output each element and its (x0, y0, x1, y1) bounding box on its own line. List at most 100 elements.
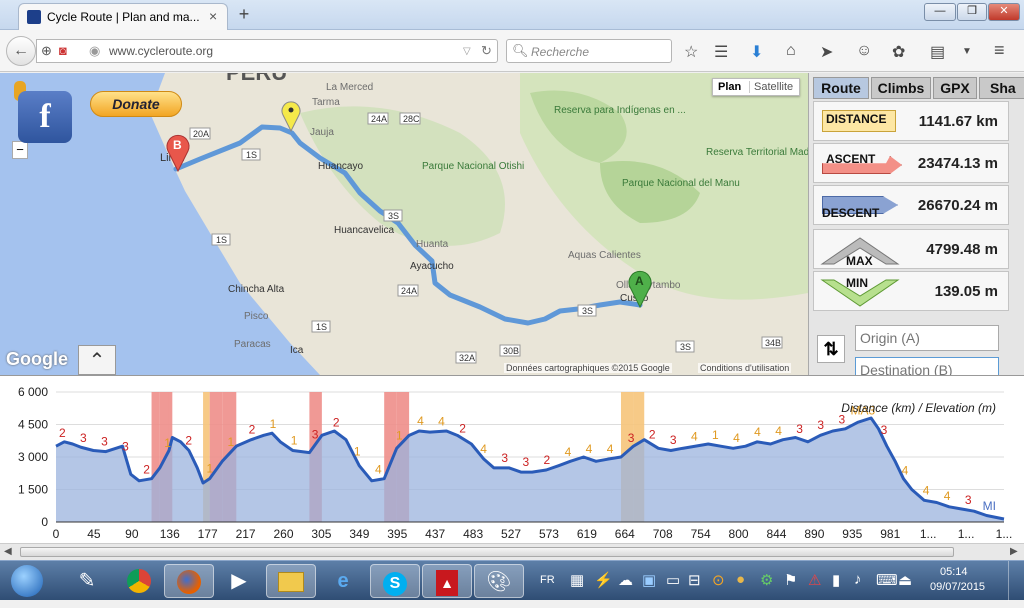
x-tick-label: 527 (501, 527, 521, 541)
cloud-icon[interactable]: ☁ (618, 571, 633, 589)
action-center-flag-icon[interactable]: ⚑ (784, 571, 797, 589)
download-icon[interactable]: ⬇ (750, 42, 763, 62)
zoom-out-button[interactable]: − (12, 141, 28, 159)
skype-icon[interactable]: S (370, 564, 420, 598)
map-label: Pisco (244, 311, 269, 322)
elevation-chart-svg[interactable]: 0 1 500 3 000 4 500 6 000 0 45 90 136 177 217 260 30… (0, 376, 1024, 544)
reading-list-icon[interactable]: ☰ (714, 42, 728, 62)
notification-badge-icon[interactable]: ● (736, 571, 745, 588)
language-indicator[interactable]: FR (540, 574, 555, 586)
keyboard-icon[interactable]: ⌨ (876, 571, 898, 589)
scroll-left-icon[interactable]: ◀ (4, 546, 12, 557)
map-label: Reserva para Indígenas en ... (554, 105, 686, 116)
pdf-icon[interactable]: ▲ (422, 564, 472, 598)
climb-category-label: 1 (228, 435, 235, 449)
minimize-button[interactable]: — (924, 3, 956, 21)
clock-time[interactable]: 05:14 (940, 566, 968, 578)
usb-icon[interactable]: ⊟ (688, 571, 701, 589)
update-icon[interactable]: ⊙ (712, 571, 725, 589)
tab-gpx[interactable]: GPX (933, 77, 977, 99)
map-label: Tarma (312, 97, 340, 108)
road-label: 24A (371, 114, 387, 124)
extension-icon[interactable]: ✿ (892, 42, 905, 62)
climb-category-label: 3 (670, 433, 677, 447)
min-stat: MIN 139.05 m (813, 271, 1009, 311)
tab-close-button[interactable]: × (209, 8, 217, 24)
x-tick-label: 136 (160, 527, 180, 541)
hamburger-menu-icon[interactable]: ≡ (994, 40, 1005, 61)
dropdown-icon[interactable]: ▽ (463, 46, 471, 57)
location-icon[interactable]: ⊕ (41, 43, 52, 59)
monitor-icon[interactable]: ▭ (666, 571, 680, 589)
swap-route-button[interactable]: ⇅ (817, 335, 845, 363)
ie-icon[interactable]: e (318, 564, 368, 598)
tray-app-icon[interactable]: ⚡ (594, 571, 613, 589)
map-canvas[interactable]: PERU La Merced Jauja Huancayo Huancaveli… (0, 73, 808, 375)
facebook-button[interactable]: f (18, 91, 72, 143)
marker-a-label: A (635, 274, 644, 288)
elevation-chart[interactable]: 0 1 500 3 000 4 500 6 000 0 45 90 136 177 217 260 30… (0, 375, 1024, 543)
network-app-icon[interactable]: ▣ (642, 571, 656, 589)
back-button[interactable]: ← (6, 36, 36, 66)
climb-category-label: 1 (206, 462, 213, 476)
chat-icon[interactable]: ☺ (856, 42, 872, 60)
clock-date[interactable]: 09/07/2015 (930, 581, 985, 593)
map-terms-link[interactable]: Conditions d'utilisation (698, 363, 792, 373)
x-tick-label: 664 (615, 527, 635, 541)
x-tick-label: 800 (729, 527, 749, 541)
bookmark-star-icon[interactable]: ☆ (684, 42, 698, 62)
climb-category-label: 4 (417, 414, 424, 428)
close-window-button[interactable]: ✕ (988, 3, 1020, 21)
clipboard-icon[interactable]: ▤ (930, 42, 945, 62)
volume-icon[interactable]: ♪ (854, 571, 862, 588)
origin-input[interactable] (855, 325, 999, 351)
ascent-stat: ASCENT 23474.13 m (813, 143, 1009, 183)
tray-red-icon[interactable]: ⚠ (808, 571, 821, 589)
road-label: 1S (246, 150, 257, 160)
camera-icon[interactable]: ◙ (59, 43, 67, 58)
reload-icon[interactable]: ↻ (481, 43, 492, 59)
map-label: Huancayo (318, 161, 363, 172)
scroll-right-icon[interactable]: ▶ (1010, 546, 1018, 557)
firefox-icon[interactable] (164, 564, 214, 598)
route-map[interactable]: PERU La Merced Jauja Huancayo Huancaveli… (0, 73, 808, 375)
map-type-satellite-button[interactable]: Satellite (749, 81, 793, 93)
send-icon[interactable]: ➤ (820, 42, 833, 62)
menu-dropdown-icon[interactable]: ▼ (962, 46, 972, 57)
max-value: 4799.48 m (926, 241, 998, 258)
horizontal-scrollbar[interactable]: ◀ ▶ (0, 543, 1024, 560)
paint-icon[interactable]: 🎨︎ (474, 564, 524, 598)
new-tab-button[interactable]: + (234, 4, 254, 25)
browser-tab[interactable]: Cycle Route | Plan and ma... × (18, 3, 228, 30)
file-tool-icon[interactable]: ✎ (62, 564, 112, 598)
chrome-icon[interactable] (114, 564, 164, 598)
maximize-button[interactable]: ❐ (957, 3, 987, 21)
system-tray: FR ▦ ⚡ ☁ ▣ ▭ ⊟ ⊙ ● ⚙ ⚑ ⚠ ▮ ♪ ⌨ ⏏ 05:14 0… (532, 561, 1024, 601)
home-icon[interactable]: ⌂ (786, 42, 796, 60)
tab-climbs[interactable]: Climbs (871, 77, 931, 99)
security-icon[interactable]: ⚙ (760, 571, 773, 589)
climb-category-label: 3 (628, 431, 635, 445)
url-bar[interactable]: ⊕ ◙ ◉ www.cycleroute.org ▽ ↻ (36, 39, 498, 63)
show-desktop-button[interactable] (1008, 561, 1022, 601)
start-orb-icon[interactable] (2, 564, 52, 598)
map-type-plan-button[interactable]: Plan (718, 81, 741, 93)
chevron-up-double-icon[interactable]: ⌃ (78, 345, 116, 375)
tab-route[interactable]: Route (813, 77, 869, 99)
donate-button[interactable]: Donate (90, 91, 182, 117)
search-bar[interactable]: 🔍︎ Recherche (506, 39, 672, 63)
network-icon[interactable]: ▮ (832, 571, 840, 589)
scrollbar-thumb[interactable] (20, 547, 954, 557)
media-player-icon[interactable]: ▶ (214, 564, 264, 598)
usb-eject-icon[interactable]: ⏏ (898, 571, 912, 589)
climb-category-label: 4 (586, 442, 593, 456)
folder-icon[interactable] (266, 564, 316, 598)
road-label: 3S (582, 306, 593, 316)
tab-share[interactable]: Sha (979, 77, 1024, 99)
windows-store-icon[interactable]: ▦ (570, 571, 584, 589)
x-tick-label: 573 (539, 527, 559, 541)
climb-category-label: 1 (396, 428, 403, 442)
map-label: Reserva Territorial Madre de Dios (706, 147, 808, 158)
url-text[interactable]: www.cycleroute.org (109, 44, 213, 58)
site-favicon-icon (27, 10, 41, 24)
